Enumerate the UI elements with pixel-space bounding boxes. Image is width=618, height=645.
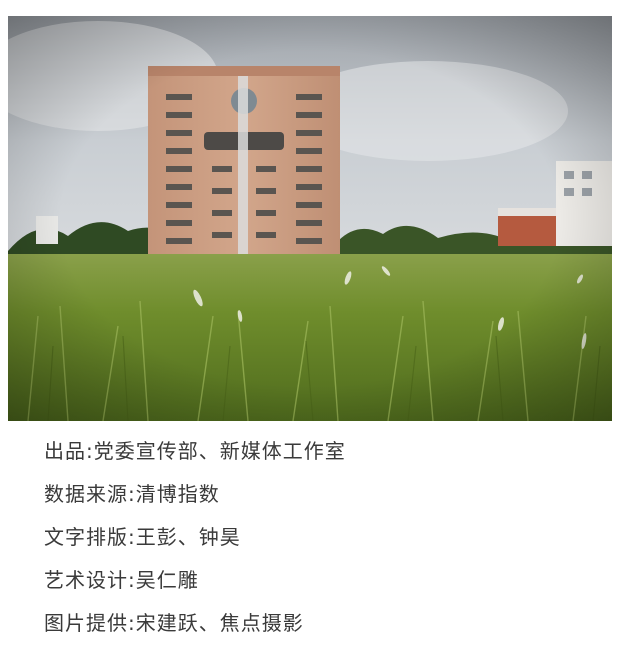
credit-value: 宋建跃、焦点摄影 <box>135 611 304 635</box>
credit-separator: : <box>128 611 136 635</box>
credit-producer: 出品:党委宣传部、新媒体工作室 <box>44 430 584 473</box>
campus-photo <box>8 16 612 421</box>
credit-label: 图片提供 <box>44 611 128 635</box>
credits-block: 出品:党委宣传部、新媒体工作室 数据来源:清博指数 文字排版:王彭、钟昊 艺术设… <box>44 430 584 645</box>
credit-data-source: 数据来源:清博指数 <box>44 473 584 516</box>
credit-layout: 文字排版:王彭、钟昊 <box>44 516 584 559</box>
credit-label: 数据来源 <box>44 482 128 506</box>
credit-label: 文字排版 <box>44 525 128 549</box>
credit-value: 清博指数 <box>135 482 220 506</box>
credit-art-design: 艺术设计:吴仁雕 <box>44 559 584 602</box>
credit-value: 党委宣传部、新媒体工作室 <box>93 439 346 463</box>
credit-separator: : <box>128 568 136 592</box>
credit-separator: : <box>128 525 136 549</box>
credit-photos: 图片提供:宋建跃、焦点摄影 <box>44 602 584 645</box>
credit-separator: : <box>128 482 136 506</box>
credit-value: 吴仁雕 <box>135 568 199 592</box>
credit-label: 出品 <box>44 439 86 463</box>
credit-value: 王彭、钟昊 <box>135 525 241 549</box>
credit-label: 艺术设计 <box>44 568 128 592</box>
credit-separator: : <box>86 439 94 463</box>
